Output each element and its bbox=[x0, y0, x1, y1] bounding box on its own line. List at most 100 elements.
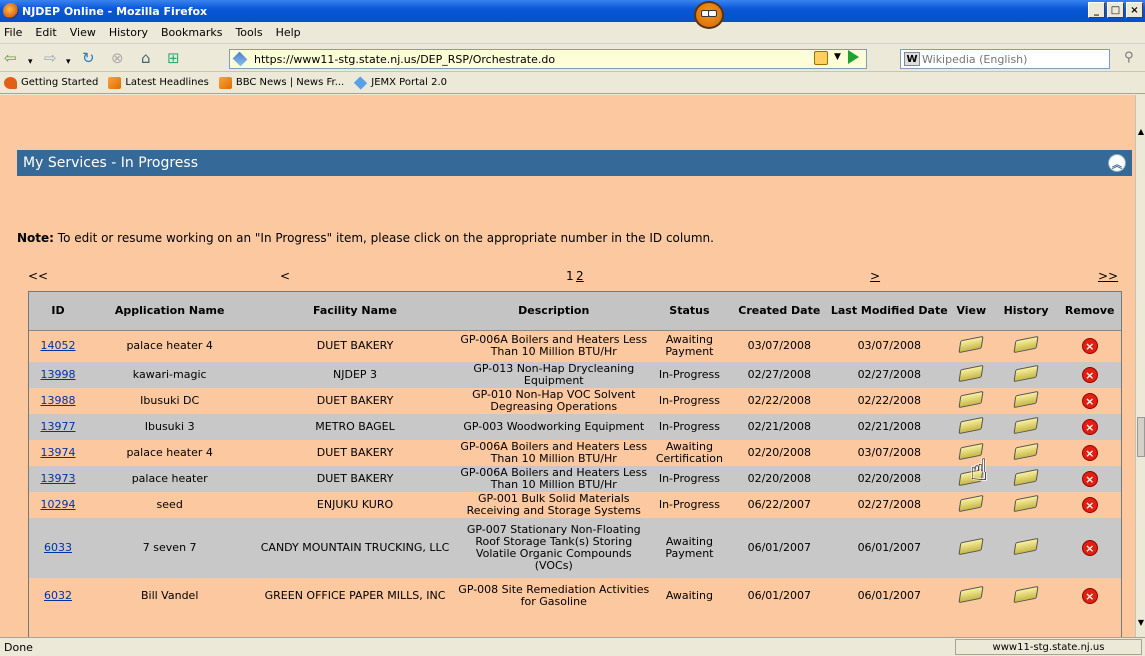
maximize-button[interactable]: □ bbox=[1107, 2, 1124, 18]
search-icon[interactable]: ⚲ bbox=[1124, 50, 1134, 65]
id-link[interactable]: 13988 bbox=[41, 394, 76, 407]
remove-icon[interactable]: × bbox=[1081, 367, 1098, 383]
pager-page-2[interactable]: 2 bbox=[576, 269, 584, 283]
note-text: Note: To edit or resume working on an "I… bbox=[17, 231, 714, 245]
url-input[interactable] bbox=[254, 52, 814, 66]
view-icon[interactable] bbox=[958, 336, 984, 354]
reload-icon[interactable]: ↻ bbox=[82, 49, 95, 67]
remove-icon[interactable]: × bbox=[1081, 445, 1098, 461]
created-date-cell: 02/27/2008 bbox=[729, 362, 830, 388]
remove-cell: × bbox=[1058, 466, 1121, 492]
status-cell: In-Progress bbox=[649, 362, 730, 388]
remove-cell: × bbox=[1058, 518, 1121, 578]
site-icon bbox=[354, 75, 368, 90]
view-icon[interactable] bbox=[958, 390, 984, 409]
created-date-cell: 03/07/2008 bbox=[729, 330, 830, 362]
back-icon[interactable]: ⇦ bbox=[4, 49, 17, 67]
menu-tools[interactable]: Tools bbox=[235, 26, 262, 39]
id-link[interactable]: 13973 bbox=[41, 472, 76, 485]
menu-help[interactable]: Help bbox=[276, 26, 301, 39]
remove-icon[interactable]: × bbox=[1081, 540, 1098, 556]
description-cell: GP-013 Non-Hap Drycleaning Equipment bbox=[457, 362, 650, 388]
address-bar[interactable] bbox=[229, 49, 867, 69]
lock-icon[interactable] bbox=[814, 51, 828, 65]
menu-edit[interactable]: Edit bbox=[35, 26, 56, 39]
history-icon[interactable] bbox=[1013, 494, 1039, 513]
pager-next[interactable]: > bbox=[870, 269, 880, 283]
view-icon[interactable] bbox=[958, 494, 984, 513]
go-icon[interactable] bbox=[848, 50, 859, 64]
forward-icon[interactable]: ⇨ bbox=[44, 49, 57, 67]
status-bar: Done www11-stg.state.nj.us bbox=[0, 637, 1145, 656]
history-icon[interactable] bbox=[1013, 416, 1039, 435]
pager-last[interactable]: >> bbox=[1098, 269, 1118, 283]
search-box[interactable]: W bbox=[900, 49, 1110, 69]
history-icon[interactable] bbox=[1013, 364, 1039, 383]
history-icon[interactable] bbox=[1013, 336, 1039, 354]
menu-file[interactable]: File bbox=[4, 26, 22, 39]
remove-icon[interactable]: × bbox=[1081, 338, 1098, 355]
bookmark-jemx-portal[interactable]: JEMX Portal 2.0 bbox=[354, 75, 447, 90]
scroll-thumb[interactable] bbox=[1137, 417, 1145, 457]
pager-first[interactable]: << bbox=[28, 269, 48, 283]
close-button[interactable]: × bbox=[1126, 2, 1143, 18]
remove-icon[interactable]: × bbox=[1081, 393, 1098, 409]
history-icon[interactable] bbox=[1013, 585, 1039, 604]
back-dropdown-icon[interactable]: ▾ bbox=[28, 53, 33, 71]
remove-icon[interactable]: × bbox=[1081, 419, 1098, 435]
status-text: Done bbox=[4, 640, 33, 654]
bookmark-bbc-news[interactable]: BBC News | News Fr... bbox=[218, 76, 344, 89]
pager-prev[interactable]: < bbox=[280, 269, 290, 283]
history-icon[interactable] bbox=[1013, 390, 1039, 409]
facility-name-cell: DUET BAKERY bbox=[252, 466, 458, 492]
stop-icon[interactable]: ⊗ bbox=[111, 49, 124, 67]
modified-date-cell: 06/01/2007 bbox=[829, 518, 949, 578]
pager-page-1[interactable]: 1 bbox=[566, 269, 574, 283]
menu-view[interactable]: View bbox=[70, 26, 96, 39]
vertical-scrollbar[interactable]: ▲ ▼ bbox=[1135, 95, 1145, 637]
application-name-cell: 7 seven 7 bbox=[87, 518, 253, 578]
status-cell: Awaiting Payment bbox=[649, 518, 730, 578]
description-cell: GP-010 Non-Hap VOC Solvent Degreasing Op… bbox=[457, 388, 650, 414]
remove-icon[interactable]: × bbox=[1081, 497, 1098, 513]
remove-icon[interactable]: × bbox=[1081, 471, 1098, 487]
scroll-up-icon[interactable]: ▲ bbox=[1137, 127, 1145, 136]
description-cell: GP-006A Boilers and Heaters Less Than 10… bbox=[457, 330, 650, 362]
id-link[interactable]: 10294 bbox=[41, 498, 76, 511]
id-link[interactable]: 13974 bbox=[41, 446, 76, 459]
remove-icon[interactable]: × bbox=[1081, 588, 1098, 604]
view-cell bbox=[949, 362, 994, 388]
menu-bookmarks[interactable]: Bookmarks bbox=[161, 26, 222, 39]
url-dropdown-icon[interactable]: ▼ bbox=[834, 52, 841, 62]
view-icon[interactable] bbox=[958, 364, 984, 383]
bookmark-getting-started[interactable]: Getting Started bbox=[4, 76, 98, 89]
table-row: 13988 Ibusuki DC DUET BAKERY GP-010 Non-Hap… bbox=[29, 388, 1121, 414]
id-link[interactable]: 6032 bbox=[44, 589, 72, 602]
remove-cell: × bbox=[1058, 492, 1121, 518]
status-cell: Awaiting bbox=[649, 578, 730, 614]
created-date-cell: 02/22/2008 bbox=[729, 388, 830, 414]
wikipedia-icon[interactable]: W bbox=[904, 52, 920, 66]
id-link[interactable]: 6033 bbox=[44, 541, 72, 554]
id-link[interactable]: 14052 bbox=[41, 339, 76, 352]
search-input[interactable] bbox=[922, 52, 1092, 66]
modified-date-cell: 02/27/2008 bbox=[829, 492, 949, 518]
minimize-button[interactable]: _ bbox=[1088, 2, 1105, 18]
bookmark-latest-headlines[interactable]: Latest Headlines bbox=[108, 76, 209, 89]
new-tab-icon[interactable]: ⊞ bbox=[167, 49, 180, 67]
history-icon[interactable] bbox=[1013, 537, 1039, 556]
history-icon[interactable] bbox=[1013, 442, 1039, 461]
forward-dropdown-icon[interactable]: ▾ bbox=[66, 53, 71, 71]
scroll-down-icon[interactable]: ▼ bbox=[1137, 618, 1145, 627]
history-icon[interactable] bbox=[1013, 468, 1039, 487]
menu-history[interactable]: History bbox=[109, 26, 148, 39]
view-icon[interactable] bbox=[958, 585, 984, 604]
application-name-cell: kawari-magic bbox=[87, 362, 253, 388]
id-link[interactable]: 13998 bbox=[41, 368, 76, 381]
collapse-icon[interactable]: ︽ bbox=[1108, 154, 1126, 172]
view-icon[interactable] bbox=[958, 416, 984, 435]
id-link[interactable]: 13977 bbox=[41, 420, 76, 433]
home-icon[interactable]: ⌂ bbox=[141, 49, 151, 67]
view-icon[interactable] bbox=[958, 537, 984, 556]
view-cell bbox=[949, 388, 994, 414]
